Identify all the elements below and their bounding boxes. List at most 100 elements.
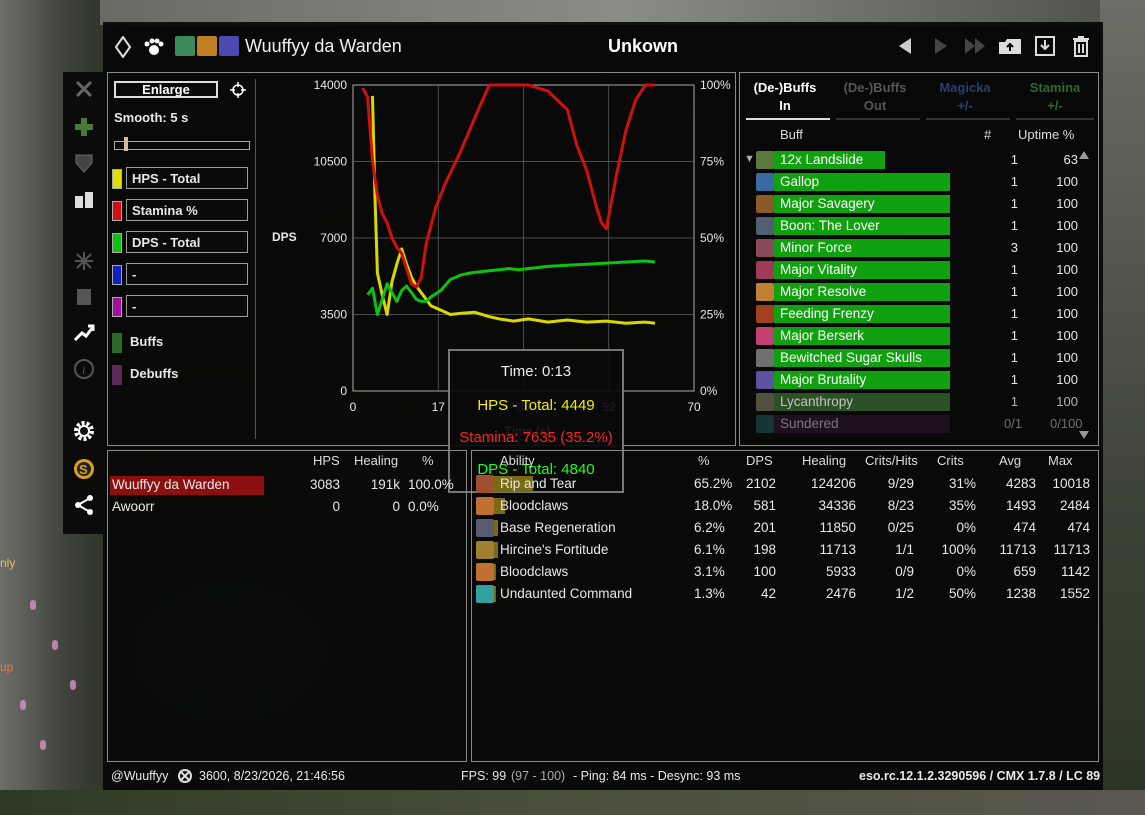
buff-count: 1 <box>1010 394 1018 409</box>
header-uptime[interactable]: Uptime % <box>1018 127 1074 142</box>
unit-name: Wuuffyy da Warden <box>112 477 230 492</box>
header-dps[interactable]: DPS <box>746 453 773 468</box>
fight-report-icon[interactable] <box>71 76 97 102</box>
buff-row[interactable]: Feeding Frenzy 1 100 <box>756 303 1086 325</box>
buff-row[interactable]: Major Berserk 1 100 <box>756 325 1086 347</box>
buff-row[interactable]: Boon: The Lover 1 100 <box>756 215 1086 237</box>
buff-row[interactable]: Major Vitality 1 100 <box>756 259 1086 281</box>
buff-uptime: 100 <box>1056 350 1078 365</box>
ability-crits: 31% <box>948 476 976 491</box>
ability-row[interactable]: Undaunted Command 1.3% 42 2476 1/2 50% 1238 155… <box>476 583 1096 605</box>
background-scene-right <box>1100 0 1145 815</box>
title-bar: Wuuffyy da Warden Unkown <box>103 22 1103 70</box>
dps-chart[interactable]: 01735527000%350025%700050%1050075%140001… <box>108 73 735 445</box>
tab-buffs-out[interactable]: (De-)Buffs Out <box>836 79 914 115</box>
ability-name: Bloodclaws <box>500 564 569 579</box>
buff-row[interactable]: 12x Landslide 1 63 <box>756 149 1086 171</box>
ability-max: 10018 <box>1052 476 1090 491</box>
background-scene-bottom <box>0 790 1145 815</box>
load-fight-icon[interactable] <box>1033 34 1057 58</box>
buff-row[interactable]: Sundered 0/1 0/100 <box>756 413 1086 435</box>
healing-plus-icon[interactable] <box>71 114 97 140</box>
header-avg[interactable]: Avg <box>999 453 1021 468</box>
buff-row[interactable]: Gallop 1 100 <box>756 171 1086 193</box>
delete-fight-icon[interactable] <box>1069 34 1093 58</box>
ability-row[interactable]: Bloodclaws 3.1% 100 5933 0/9 0% 659 1142 <box>476 561 1096 583</box>
ability-row[interactable]: Bloodclaws 18.0% 581 34336 8/23 35% 1493 2484 <box>476 495 1096 517</box>
ability-avg: 1493 <box>1005 498 1036 513</box>
buff-row[interactable]: Bewitched Sugar Skulls 1 100 <box>756 347 1086 369</box>
buff-icon <box>756 371 774 389</box>
svg-text:S: S <box>79 462 88 477</box>
previous-fight-icon[interactable] <box>893 34 917 58</box>
tab-underline <box>1016 118 1094 120</box>
buff-name: Major Savagery <box>780 196 875 211</box>
buff-scrollbar[interactable] <box>1079 151 1089 439</box>
tab-magicka[interactable]: Magicka +/- <box>926 79 1004 115</box>
ability-critshits: 9/29 <box>887 476 914 491</box>
header-ability[interactable]: Ability <box>500 453 535 468</box>
buff-row[interactable]: Minor Force 3 100 <box>756 237 1086 259</box>
header-healing[interactable]: Healing <box>354 453 398 468</box>
last-fight-icon[interactable] <box>961 34 991 58</box>
buff-uptime: 100 <box>1056 174 1078 189</box>
ability-share-bar <box>494 520 498 536</box>
header-max[interactable]: Max <box>1048 453 1073 468</box>
lib-combat-icon[interactable]: S <box>71 456 97 482</box>
buff-row[interactable]: Major Resolve 1 100 <box>756 281 1086 303</box>
save-fight-icon[interactable] <box>997 34 1021 58</box>
buff-name: Major Vitality <box>780 262 858 277</box>
status-bar: @Wuuffyy 3600, 8/23/2026, 21:46:56 FPS: … <box>103 767 1103 789</box>
ability-max: 474 <box>1067 520 1090 535</box>
unit-row[interactable]: Wuuffyy da Warden 3083 191k 100.0% <box>110 475 466 495</box>
tab-stamina[interactable]: Stamina +/- <box>1016 79 1094 115</box>
info-icon[interactable]: i <box>71 356 97 382</box>
header-hps[interactable]: HPS <box>313 453 340 468</box>
log-scroll-icon[interactable] <box>71 284 97 310</box>
ability-row[interactable]: Rip and Tear 65.2% 2102 124206 9/29 31% 4283 10… <box>476 473 1096 495</box>
buff-name: Feeding Frenzy <box>780 306 874 321</box>
buff-icon <box>756 151 774 169</box>
header-healing[interactable]: Healing <box>802 453 846 468</box>
unit-healing: 0 <box>392 499 400 514</box>
header-percent[interactable]: % <box>422 453 434 468</box>
buff-icon <box>756 349 774 367</box>
y2-tick-label: 25% <box>700 308 724 322</box>
unit-row[interactable]: Awoorr 0 0 0.0% <box>110 497 466 517</box>
y2-tick-label: 0% <box>700 384 718 398</box>
buff-row[interactable]: Major Brutality 1 100 <box>756 369 1086 391</box>
y-tick-label: 3500 <box>320 308 347 322</box>
champion-points-icon <box>177 768 193 787</box>
header-crits-hits[interactable]: Crits/Hits <box>865 453 918 468</box>
group-stats-icon[interactable] <box>71 186 97 212</box>
collapse-arrow-icon[interactable]: ▼ <box>744 153 755 165</box>
buff-row[interactable]: Major Savagery 1 100 <box>756 193 1086 215</box>
ability-max: 1142 <box>1060 564 1090 579</box>
buff-uptime: 63 <box>1063 152 1078 167</box>
tab-buffs-in[interactable]: (De-)Buffs In <box>746 79 824 115</box>
spark-icon[interactable] <box>71 248 97 274</box>
buff-name: Minor Force <box>780 240 853 255</box>
share-icon[interactable] <box>71 492 97 518</box>
ability-row[interactable]: Hircine's Fortitude 6.1% 198 11713 1/1 100% 11… <box>476 539 1096 561</box>
shield-icon[interactable] <box>71 150 97 176</box>
target-name: Unkown <box>608 36 678 56</box>
buff-uptime: 0/100 <box>1050 416 1083 431</box>
ability-crits: 50% <box>948 586 976 601</box>
buff-count: 3 <box>1010 240 1018 255</box>
ability-max: 11713 <box>1053 542 1090 557</box>
ability-row[interactable]: Base Regeneration 6.2% 201 11850 0/25 0% 474 47… <box>476 517 1096 539</box>
settings-gear-icon[interactable] <box>71 418 97 444</box>
header-buff[interactable]: Buff <box>780 127 803 142</box>
header-count[interactable]: # <box>984 127 991 142</box>
next-fight-icon[interactable] <box>929 34 953 58</box>
buff-row[interactable]: Lycanthropy 1 100 <box>756 391 1086 413</box>
buff-icon <box>756 195 774 213</box>
header-crits[interactable]: Crits <box>937 453 964 468</box>
ability-max: 1552 <box>1059 586 1090 601</box>
header-percent[interactable]: % <box>698 453 710 468</box>
graph-trend-icon[interactable] <box>71 320 97 346</box>
buff-icon <box>756 305 774 323</box>
y2-tick-label: 100% <box>700 78 731 92</box>
set-icon-2 <box>197 36 217 56</box>
